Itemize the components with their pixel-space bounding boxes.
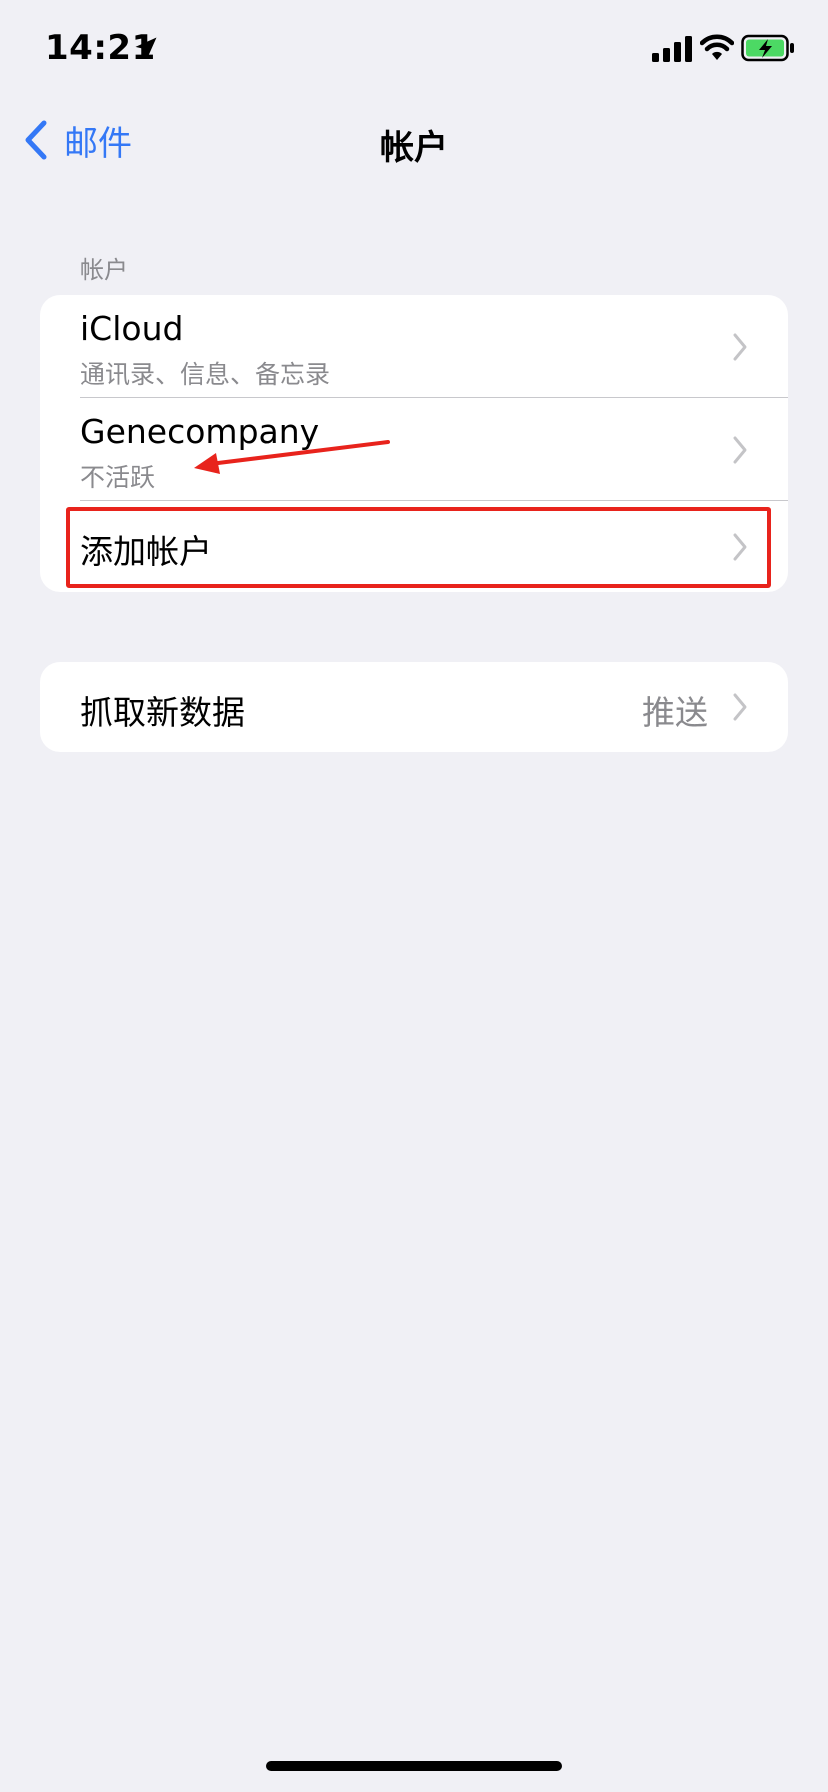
account-row-icloud[interactable]: iCloud 通讯录、信息、备忘录 (40, 295, 788, 397)
fetch-new-data-row[interactable]: 抓取新数据 推送 (40, 662, 788, 752)
fetch-group: 抓取新数据 推送 (40, 662, 788, 752)
account-title: iCloud (80, 309, 184, 348)
battery-charging-icon (741, 34, 794, 62)
chevron-right-icon (733, 333, 747, 361)
status-bar: 14:21 (0, 0, 828, 100)
mail-accounts-screen: 14:21 邮件 帐户 帐户 iCloud 通讯录、信息、备忘录 Genecom… (0, 0, 828, 1792)
section-header-accounts: 帐户 (80, 256, 128, 284)
fetch-new-data-label: 抓取新数据 (80, 693, 245, 732)
annotation-arrow (194, 440, 390, 474)
home-indicator[interactable] (266, 1761, 562, 1771)
account-subtitle: 不活跃 (80, 463, 156, 492)
nav-bar: 邮件 帐户 (0, 100, 828, 180)
account-subtitle: 通讯录、信息、备忘录 (80, 360, 331, 389)
page-title: 帐户 (380, 128, 448, 168)
cellular-signal-icon (652, 36, 692, 62)
account-row-genecompany[interactable]: Genecompany 不活跃 (40, 398, 788, 500)
wifi-icon (700, 34, 734, 60)
chevron-right-icon (733, 436, 747, 464)
location-arrow-icon (135, 37, 157, 59)
fetch-new-data-value: 推送 (642, 693, 708, 732)
chevron-right-icon (733, 693, 747, 721)
annotation-highlight-box (66, 507, 771, 588)
